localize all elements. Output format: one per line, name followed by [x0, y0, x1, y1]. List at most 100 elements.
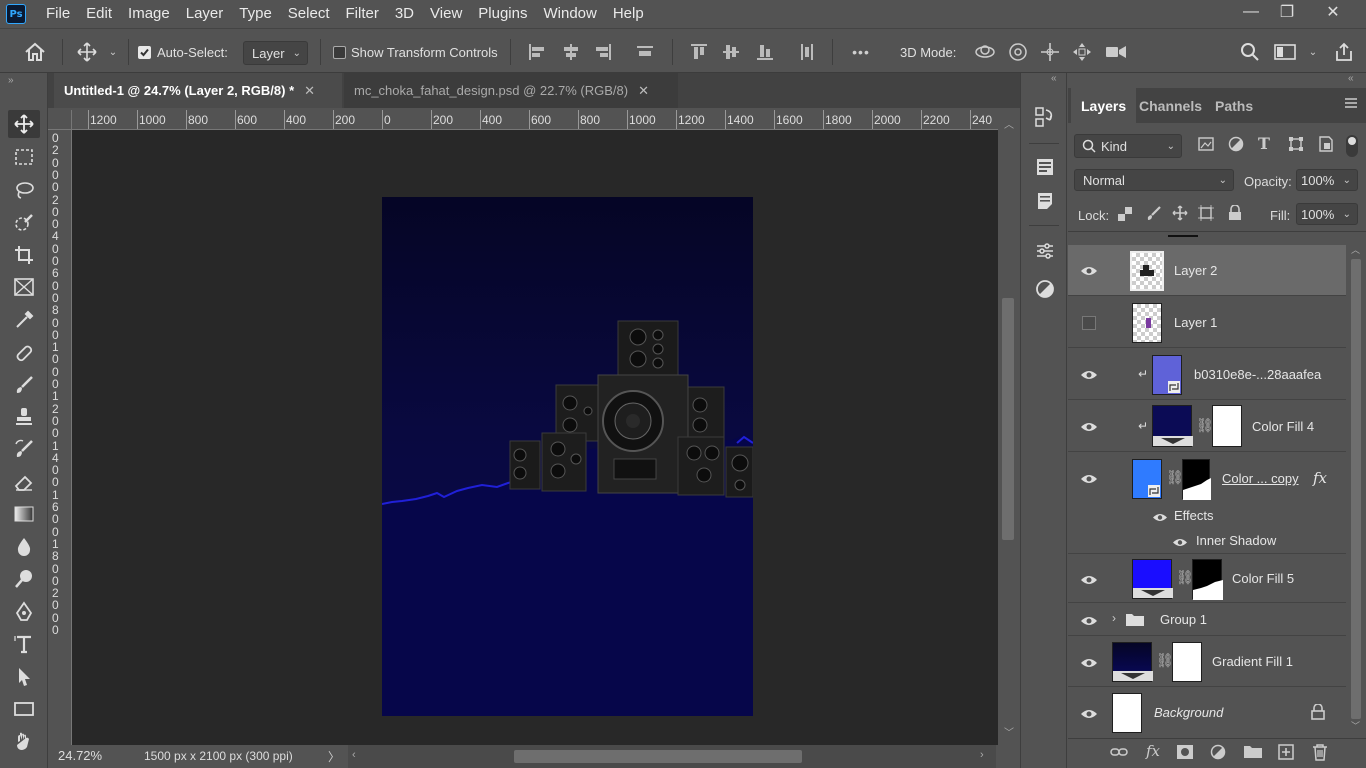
- menu-image[interactable]: Image: [120, 0, 178, 28]
- eye-icon[interactable]: [1080, 573, 1098, 587]
- align-middle-icon[interactable]: [720, 41, 742, 63]
- eye-icon[interactable]: [1080, 707, 1098, 721]
- add-layer-style-icon[interactable]: fx: [1146, 742, 1160, 760]
- lock-transparent-pixels-icon[interactable]: [1118, 207, 1132, 226]
- document-info[interactable]: 1500 px x 2100 px (300 ppi): [144, 749, 293, 763]
- close-tab-icon[interactable]: ✕: [638, 83, 649, 99]
- 3d-drag-icon[interactable]: [1038, 40, 1062, 64]
- new-group-icon[interactable]: [1244, 744, 1262, 763]
- filter-smart-object-icon[interactable]: [1318, 136, 1334, 157]
- panel-menu-icon[interactable]: [1345, 97, 1357, 109]
- layer-name[interactable]: b0310e8e-...28aaafea: [1194, 367, 1321, 382]
- filter-pixel-icon[interactable]: [1198, 136, 1214, 157]
- menu-file[interactable]: File: [38, 0, 78, 28]
- layer-row-group-1[interactable]: › Group 1: [1068, 604, 1346, 636]
- mask-thumbnail[interactable]: [1172, 642, 1202, 682]
- eye-icon[interactable]: [1080, 656, 1098, 670]
- zoom-level[interactable]: 24.72%: [58, 748, 102, 763]
- lasso-tool-icon[interactable]: [8, 176, 40, 204]
- eye-icon[interactable]: [1172, 535, 1190, 549]
- adjustments-icon[interactable]: [1033, 239, 1057, 263]
- menu-view[interactable]: View: [422, 0, 470, 28]
- more-options-icon[interactable]: •••: [846, 41, 876, 63]
- horizontal-scrollbar[interactable]: ‹ ›: [348, 745, 996, 768]
- menu-plugins[interactable]: Plugins: [470, 0, 535, 28]
- layer-name[interactable]: Layer 1: [1174, 315, 1217, 330]
- scroll-left-icon[interactable]: ‹: [352, 749, 356, 761]
- collapse-toolbar-icon[interactable]: »: [8, 75, 14, 86]
- layer-name[interactable]: Color Fill 4: [1252, 419, 1314, 434]
- filter-type-icon[interactable]: T: [1258, 134, 1270, 153]
- 3d-roll-icon[interactable]: [1006, 40, 1030, 64]
- menu-3d[interactable]: 3D: [387, 0, 422, 28]
- close-tab-icon[interactable]: ✕: [304, 83, 315, 99]
- filter-kind-dropdown[interactable]: Kind ⌄: [1074, 134, 1182, 158]
- search-icon[interactable]: [1238, 40, 1262, 64]
- scroll-up-icon[interactable]: ︿: [1004, 116, 1014, 131]
- canvas-workspace[interactable]: [72, 130, 998, 745]
- layer-row-smart-object[interactable]: ↵ b0310e8e-...28aaafea: [1068, 349, 1346, 400]
- align-center-icon[interactable]: [560, 41, 582, 63]
- align-right-icon[interactable]: [592, 41, 614, 63]
- filter-shape-icon[interactable]: [1288, 136, 1304, 157]
- ruler-origin[interactable]: [48, 110, 72, 130]
- layer-name[interactable]: Layer 2: [1174, 263, 1217, 278]
- quick-selection-tool-icon[interactable]: [8, 209, 40, 237]
- mask-thumbnail[interactable]: [1192, 559, 1223, 600]
- healing-brush-tool-icon[interactable]: [8, 339, 40, 367]
- layer-list-scroll-thumb[interactable]: [1351, 259, 1361, 719]
- lock-icon[interactable]: [1311, 703, 1325, 723]
- menu-filter[interactable]: Filter: [338, 0, 387, 28]
- tab-layers[interactable]: Layers: [1071, 88, 1137, 123]
- history-icon[interactable]: [1033, 105, 1057, 129]
- tab-untitled-1[interactable]: Untitled-1 @ 24.7% (Layer 2, RGB/8) * ✕: [54, 73, 342, 108]
- collapse-panel-icon[interactable]: «: [1348, 73, 1354, 84]
- styles-icon[interactable]: [1033, 277, 1057, 301]
- layer-effect-inner-shadow[interactable]: Inner Shadow: [1068, 528, 1346, 554]
- layer-name[interactable]: Background: [1154, 705, 1223, 720]
- add-mask-icon[interactable]: [1176, 744, 1194, 765]
- 3d-orbit-icon[interactable]: [972, 40, 998, 64]
- new-layer-icon[interactable]: [1278, 744, 1294, 765]
- vertical-scrollbar[interactable]: ︿ ﹀: [998, 110, 1020, 745]
- scroll-down-icon[interactable]: ﹀: [1004, 724, 1014, 739]
- lock-position-icon[interactable]: [1172, 205, 1188, 226]
- dodge-tool-icon[interactable]: [8, 565, 40, 593]
- layer-name[interactable]: Color Fill 5: [1232, 571, 1294, 586]
- frame-tool-icon[interactable]: [8, 273, 40, 301]
- 3d-slide-icon[interactable]: [1070, 40, 1094, 64]
- horizontal-scroll-thumb[interactable]: [514, 750, 802, 763]
- show-transform-checkbox[interactable]: [333, 46, 346, 59]
- layer-name[interactable]: Group 1: [1160, 612, 1207, 627]
- pen-tool-icon[interactable]: [8, 598, 40, 626]
- blur-tool-icon[interactable]: [8, 533, 40, 561]
- chevron-down-icon[interactable]: ⌄: [106, 43, 120, 61]
- scroll-down-icon[interactable]: ﹀: [1351, 719, 1360, 732]
- share-icon[interactable]: [1332, 40, 1356, 64]
- properties-icon[interactable]: [1033, 155, 1057, 179]
- crop-tool-icon[interactable]: [8, 241, 40, 269]
- scroll-up-icon[interactable]: ︿: [1351, 243, 1360, 256]
- scroll-right-icon[interactable]: ›: [980, 749, 984, 761]
- horizontal-ruler[interactable]: 1200 1000 800 600 400 200 0 200 400 600 800 1000 120…: [72, 110, 998, 130]
- lock-artboard-icon[interactable]: [1198, 205, 1214, 226]
- layer-row-color-fill-5[interactable]: ⛓ Color Fill 5: [1068, 555, 1346, 603]
- type-tool-icon[interactable]: [8, 630, 40, 658]
- filter-adjustment-icon[interactable]: [1228, 136, 1244, 157]
- collapse-strip-icon[interactable]: «: [1051, 73, 1057, 84]
- layer-effects-row[interactable]: Effects: [1068, 504, 1346, 528]
- layer-row-background[interactable]: Background: [1068, 688, 1346, 738]
- align-bottom-icon[interactable]: [754, 41, 776, 63]
- lock-image-pixels-icon[interactable]: [1146, 205, 1162, 226]
- path-selection-tool-icon[interactable]: [8, 663, 40, 691]
- menu-layer[interactable]: Layer: [178, 0, 232, 28]
- close-window-button[interactable]: ✕: [1310, 0, 1356, 24]
- lock-all-icon[interactable]: [1228, 204, 1242, 226]
- align-left-icon[interactable]: [526, 41, 548, 63]
- menu-edit[interactable]: Edit: [78, 0, 120, 28]
- opacity-field[interactable]: 100% ⌄: [1296, 169, 1358, 191]
- eye-icon[interactable]: [1152, 510, 1170, 524]
- tab-channels[interactable]: Channels: [1129, 88, 1212, 123]
- align-top-icon[interactable]: [688, 41, 710, 63]
- new-adjustment-layer-icon[interactable]: [1210, 744, 1226, 765]
